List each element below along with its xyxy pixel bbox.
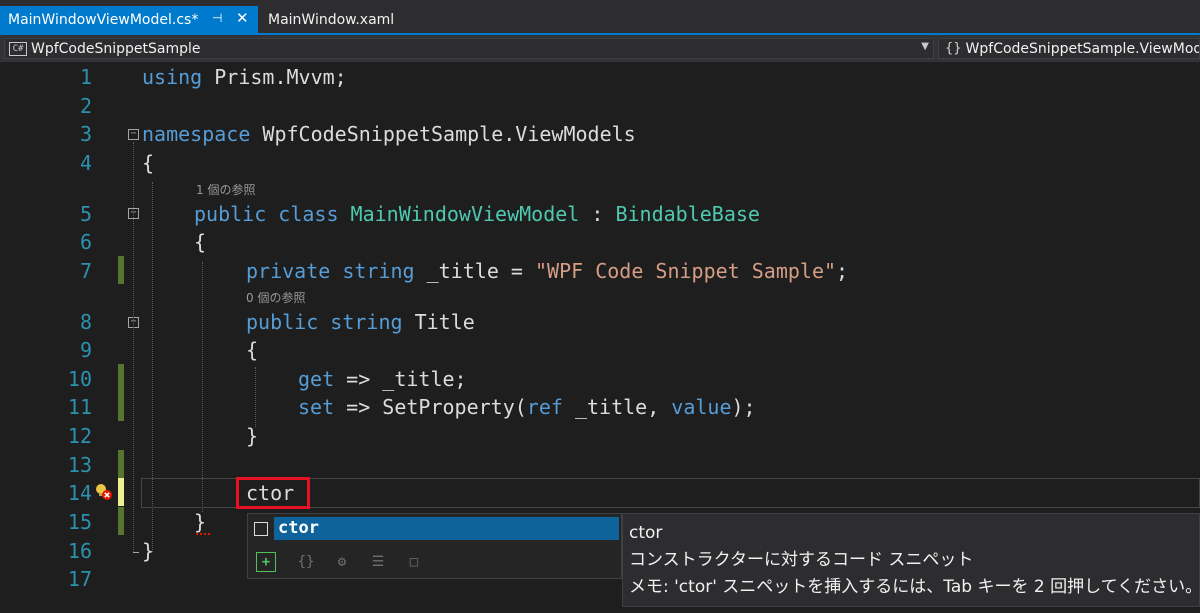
tooltip-title: ctor [629,523,663,543]
tab-label: MainWindowViewModel.cs* [8,11,199,28]
code-editor[interactable]: 1 2 3 4 5 6 7 8 9 10 11 12 13 14 15 16 1… [0,62,1200,613]
expand-snippets-filter-icon[interactable]: + [256,552,276,572]
changed-line-marker [118,256,124,284]
line-number: 17 [67,567,92,591]
snippet-icon [254,521,268,536]
document-tab-bar: MainWindowViewModel.cs* ⊣ ✕ MainWindow.x… [0,0,1200,35]
code-line-7[interactable]: private string _title = "WPF Code Snippe… [246,259,848,283]
changed-line-marker [118,507,124,535]
project-dropdown[interactable]: C# WpfCodeSnippetSample ▼ [4,38,934,59]
code-line-12[interactable]: } [246,424,258,448]
collapse-namespace-button[interactable]: − [128,129,139,140]
tab-mainwindow-xaml[interactable]: MainWindow.xaml [260,6,410,33]
code-line-16[interactable]: } [142,539,154,563]
tab-mainwindowviewmodel[interactable]: MainWindowViewModel.cs* ⊣ ✕ [0,6,258,33]
scope-name: WpfCodeSnippetSample.ViewModels [965,40,1200,57]
line-number: 2 [79,94,92,118]
outline-end [133,552,139,553]
changed-line-marker [118,450,124,478]
changed-line-marker [118,364,124,421]
completion-tooltip: ctor コンストラクターに対するコード スニペット メモ: 'ctor' スニ… [622,513,1200,607]
line-number: 1 [79,65,92,89]
line-number: 6 [79,230,92,254]
code-line-4[interactable]: { [142,151,154,175]
line-number: 16 [67,539,92,563]
line-number: 13 [67,453,92,477]
outline-guide [133,142,134,552]
snippet-filter-icon[interactable]: □ [404,552,424,572]
line-number: 7 [79,259,92,283]
completion-item-ctor[interactable]: ctor [250,516,621,541]
code-line-15[interactable]: } [194,510,206,534]
reference-count-lens[interactable]: 0 個の参照 [246,289,305,306]
enum-filter-icon[interactable]: ☰ [368,552,388,572]
completion-filter-bar: + {} ⚙ ☰ □ [248,546,621,576]
code-line-9[interactable]: { [246,338,258,362]
highlight-annotation-box [236,477,310,509]
tooltip-description: コンストラクターに対するコード スニペット [629,550,974,570]
scope-dropdown[interactable]: {} WpfCodeSnippetSample.ViewModels [938,38,1200,59]
line-number: 10 [67,367,92,391]
project-name: WpfCodeSnippetSample [31,40,201,57]
code-line-3[interactable]: namespace WpfCodeSnippetSample.ViewModel… [142,122,636,146]
lightbulb-error-icon[interactable] [94,482,114,502]
line-number: 15 [67,510,92,534]
line-number: 4 [79,151,92,175]
close-icon[interactable]: ✕ [236,9,249,27]
line-number: 12 [67,424,92,448]
navigation-bar: C# WpfCodeSnippetSample ▼ {} WpfCodeSnip… [0,35,1200,62]
intellisense-completion-list[interactable]: ctor + {} ⚙ ☰ □ [247,513,622,579]
unsaved-line-marker [118,478,124,506]
code-line-1[interactable]: using Prism.Mvvm; [142,65,347,89]
line-number: 3 [79,122,92,146]
line-number: 5 [79,202,92,226]
code-line-6[interactable]: { [194,230,206,254]
completion-item-label: ctor [274,517,619,540]
namespace-filter-icon[interactable]: {} [296,552,316,572]
indent-guide [255,367,256,427]
tab-label: MainWindow.xaml [268,11,395,28]
tooltip-note: メモ: 'ctor' スニペットを挿入するには、Tab キーを 2 回押してくだ… [629,577,1200,597]
indent-guide [202,262,203,512]
csharp-project-icon: C# [9,41,27,56]
namespace-icon: {} [945,41,962,56]
class-filter-icon[interactable]: ⚙ [332,552,352,572]
code-line-10[interactable]: get => _title; [298,367,467,391]
chevron-down-icon[interactable]: ▼ [921,41,929,52]
error-squiggle [196,532,210,535]
code-line-8[interactable]: public string Title [246,310,475,334]
line-number: 11 [67,395,92,419]
line-number: 9 [79,338,92,362]
line-number: 8 [79,310,92,334]
line-number: 14 [67,481,92,505]
code-line-5[interactable]: public class MainWindowViewModel : Binda… [194,202,760,226]
pin-icon[interactable]: ⊣ [212,11,222,25]
code-line-11[interactable]: set => SetProperty(ref _title, value); [298,395,756,419]
reference-count-lens[interactable]: 1 個の参照 [196,181,255,198]
